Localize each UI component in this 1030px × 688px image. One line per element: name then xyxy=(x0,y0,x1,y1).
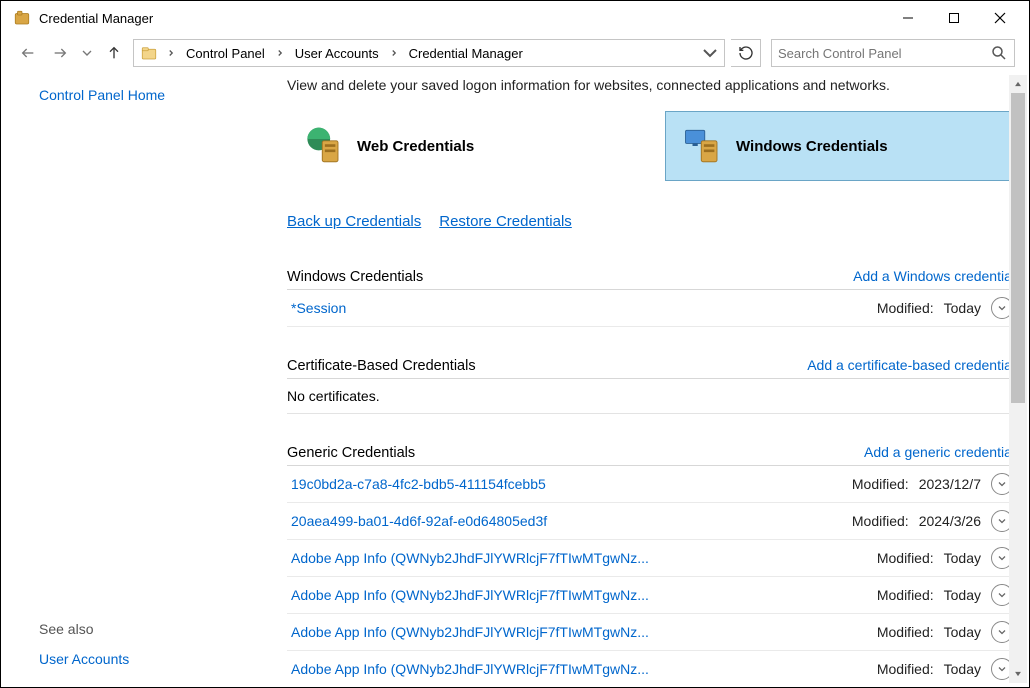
forward-button[interactable] xyxy=(47,40,73,66)
modified-value: 2024/3/26 xyxy=(919,513,981,529)
modified-label: Modified: xyxy=(877,300,934,316)
breadcrumb-icon xyxy=(140,44,158,62)
credential-row[interactable]: 20aea499-ba01-4d6f-92af-e0d64805ed3f Modi… xyxy=(287,503,1015,540)
app-icon xyxy=(13,9,31,27)
chevron-right-icon[interactable] xyxy=(271,48,289,58)
modified-label: Modified: xyxy=(877,587,934,603)
scroll-up-button[interactable] xyxy=(1009,75,1027,93)
modified-value: 2023/12/7 xyxy=(919,476,981,492)
modified-value: Today xyxy=(944,587,981,603)
modified-value: Today xyxy=(944,661,981,677)
credential-row[interactable]: Adobe App Info (QWNyb2JhdFJlYWRlcjF7fTIw… xyxy=(287,540,1015,577)
modified-label: Modified: xyxy=(852,476,909,492)
breadcrumb[interactable]: Control Panel User Accounts Credential M… xyxy=(133,39,725,67)
credential-name: *Session xyxy=(291,300,346,316)
windows-credentials-section-title: Windows Credentials xyxy=(287,269,423,285)
modified-value: Today xyxy=(944,300,981,316)
control-panel-home-link[interactable]: Control Panel Home xyxy=(39,87,251,103)
crumb-user-accounts[interactable]: User Accounts xyxy=(293,46,381,61)
modified-label: Modified: xyxy=(877,624,934,640)
add-generic-credential-link[interactable]: Add a generic credential xyxy=(864,444,1015,460)
add-certificate-credential-link[interactable]: Add a certificate-based credential xyxy=(807,357,1015,373)
window-title: Credential Manager xyxy=(39,11,153,26)
credential-name: Adobe App Info (QWNyb2JhdFJlYWRlcjF7fTIw… xyxy=(291,587,649,603)
modified-value: Today xyxy=(944,550,981,566)
history-dropdown[interactable] xyxy=(698,40,722,66)
page-description: View and delete your saved logon informa… xyxy=(287,77,1015,93)
recent-locations-button[interactable] xyxy=(79,40,95,66)
credential-row[interactable]: 19c0bd2a-c7a8-4fc2-bdb5-411154fcebb5 Modi… xyxy=(287,466,1015,503)
credential-name: Adobe App Info (QWNyb2JhdFJlYWRlcjF7fTIw… xyxy=(291,661,649,677)
maximize-button[interactable] xyxy=(931,3,977,33)
navbar: Control Panel User Accounts Credential M… xyxy=(1,35,1029,71)
scroll-thumb[interactable] xyxy=(1011,93,1025,403)
credential-name: 19c0bd2a-c7a8-4fc2-bdb5-411154fcebb5 xyxy=(291,476,546,492)
search-input[interactable] xyxy=(778,46,984,61)
add-windows-credential-link[interactable]: Add a Windows credential xyxy=(853,268,1015,284)
modified-value: Today xyxy=(944,624,981,640)
scroll-down-button[interactable] xyxy=(1009,665,1027,683)
sidebar: Control Panel Home See also User Account… xyxy=(1,75,281,687)
modified-label: Modified: xyxy=(877,550,934,566)
crumb-control-panel[interactable]: Control Panel xyxy=(184,46,267,61)
search-box[interactable] xyxy=(771,39,1015,67)
credential-row[interactable]: *Session Modified: Today xyxy=(287,290,1015,327)
crumb-credential-manager[interactable]: Credential Manager xyxy=(407,46,525,61)
vertical-scrollbar[interactable] xyxy=(1009,75,1027,683)
credential-name: Adobe App Info (QWNyb2JhdFJlYWRlcjF7fTIw… xyxy=(291,550,649,566)
chevron-right-icon[interactable] xyxy=(385,48,403,58)
titlebar: Credential Manager xyxy=(1,1,1029,35)
windows-credentials-label: Windows Credentials xyxy=(736,138,888,155)
credential-row[interactable]: Adobe App Info (QWNyb2JhdFJlYWRlcjF7fTIw… xyxy=(287,614,1015,651)
credential-name: 20aea499-ba01-4d6f-92af-e0d64805ed3f xyxy=(291,513,547,529)
scroll-track[interactable] xyxy=(1009,93,1027,665)
modified-label: Modified: xyxy=(877,661,934,677)
chevron-right-icon[interactable] xyxy=(162,48,180,58)
credential-name: Adobe App Info (QWNyb2JhdFJlYWRlcjF7fTIw… xyxy=(291,624,649,640)
web-credentials-tile[interactable]: Web Credentials xyxy=(287,111,635,181)
no-certificates-text: No certificates. xyxy=(287,379,1015,414)
credential-row[interactable]: Adobe App Info (QWNyb2JhdFJlYWRlcjF7fTIw… xyxy=(287,577,1015,614)
search-icon[interactable] xyxy=(990,44,1008,62)
minimize-button[interactable] xyxy=(885,3,931,33)
main-content: View and delete your saved logon informa… xyxy=(281,75,1029,687)
up-button[interactable] xyxy=(101,40,127,66)
certificate-credentials-section-title: Certificate-Based Credentials xyxy=(287,358,476,374)
generic-credentials-section-title: Generic Credentials xyxy=(287,445,415,461)
windows-credentials-tile[interactable]: Windows Credentials xyxy=(665,111,1015,181)
web-credentials-label: Web Credentials xyxy=(357,138,474,155)
backup-credentials-link[interactable]: Back up Credentials xyxy=(287,213,421,230)
close-button[interactable] xyxy=(977,3,1023,33)
globe-cabinet-icon xyxy=(303,125,345,167)
see-also-header: See also xyxy=(39,621,251,637)
back-button[interactable] xyxy=(15,40,41,66)
restore-credentials-link[interactable]: Restore Credentials xyxy=(439,213,572,230)
refresh-button[interactable] xyxy=(731,39,761,67)
modified-label: Modified: xyxy=(852,513,909,529)
user-accounts-link[interactable]: User Accounts xyxy=(39,651,129,667)
monitor-cabinet-icon xyxy=(682,125,724,167)
credential-row[interactable]: Adobe App Info (QWNyb2JhdFJlYWRlcjF7fTIw… xyxy=(287,651,1015,687)
